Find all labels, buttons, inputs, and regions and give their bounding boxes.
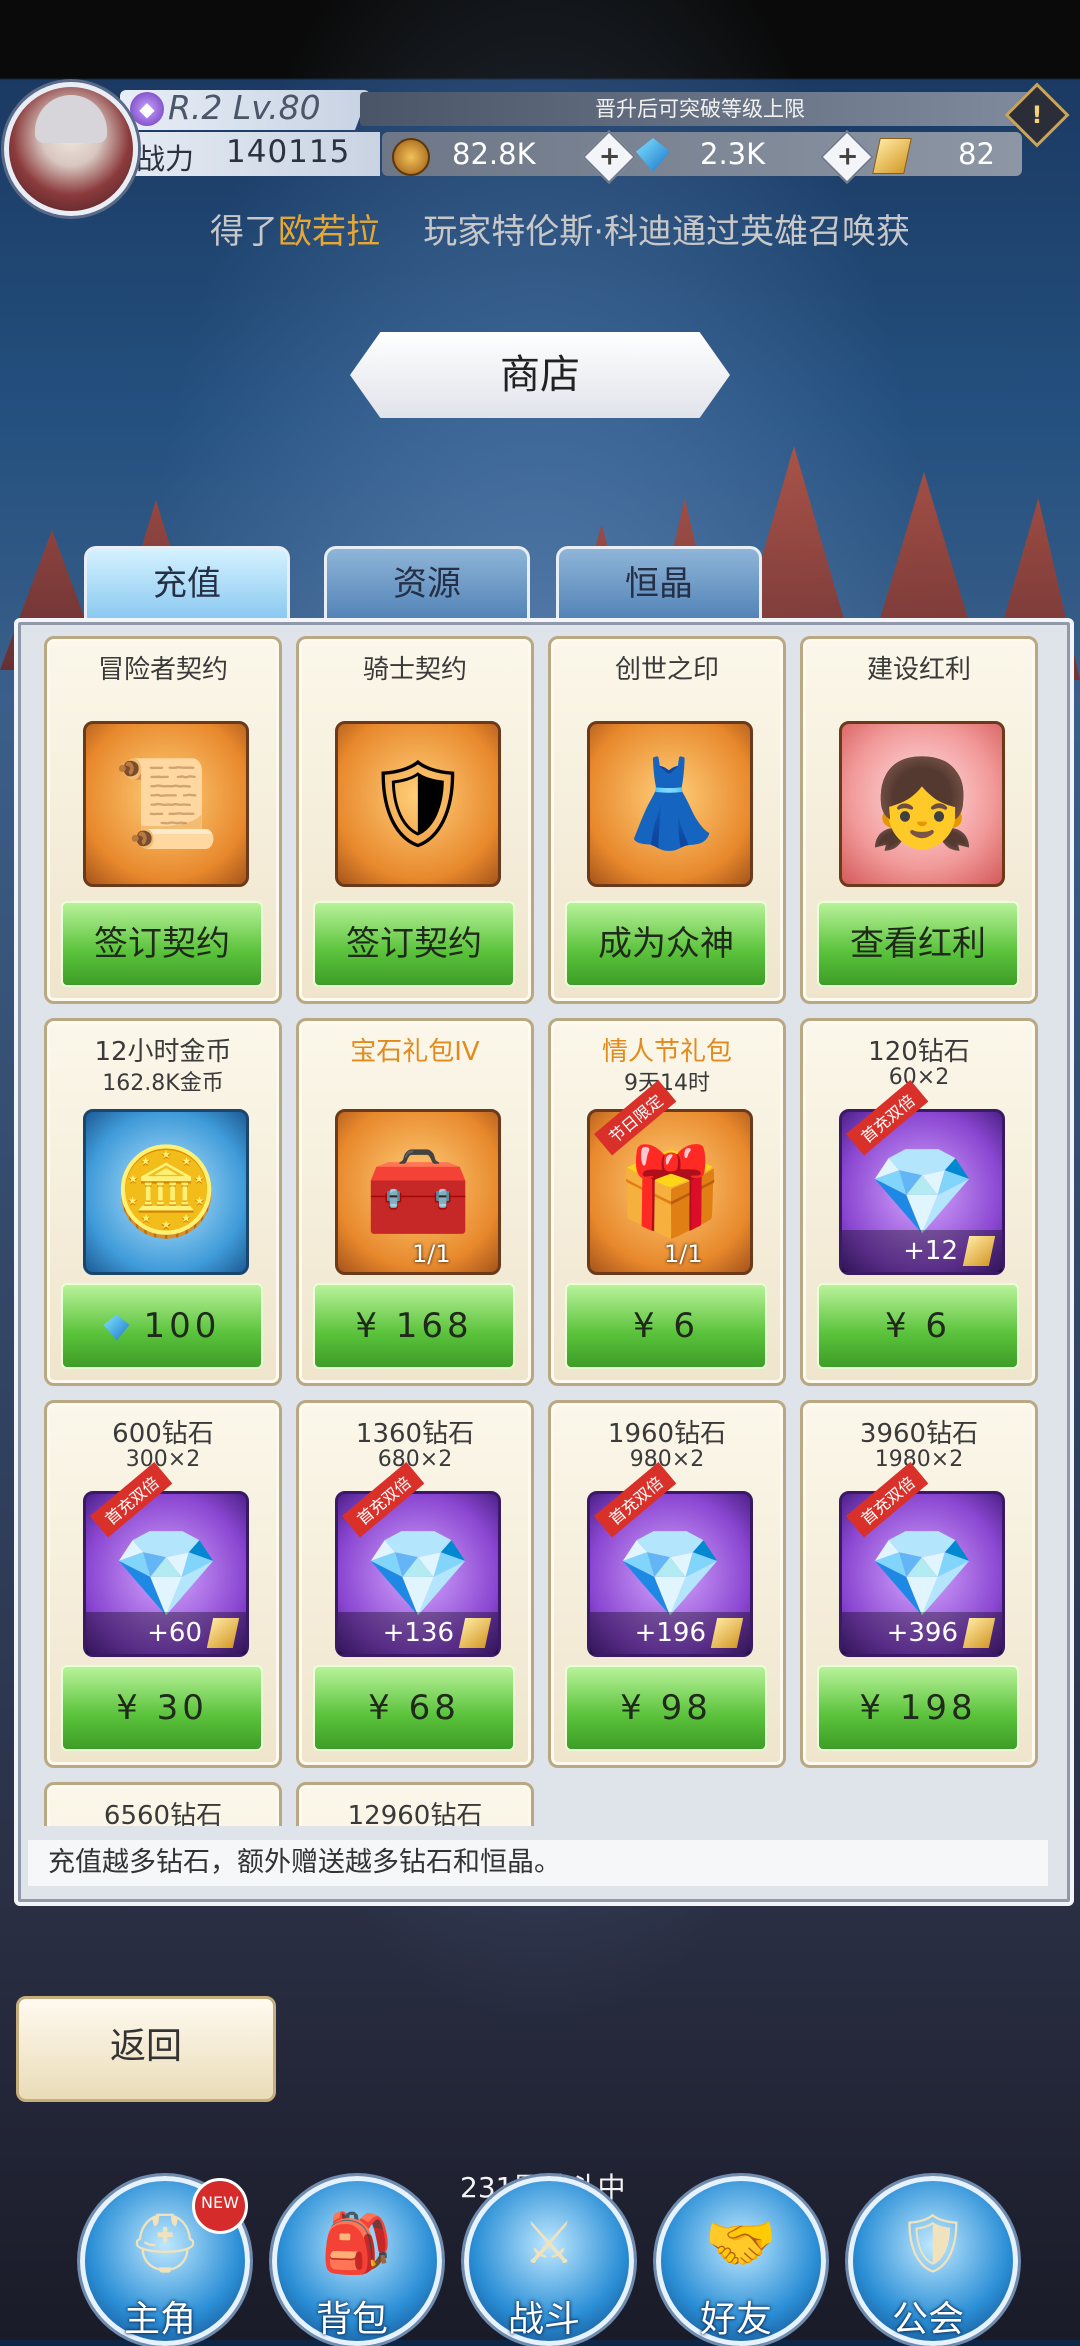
shop-card-diamond-1360[interactable]: 1360钻石 680×2 💎 首充双倍 +136 ¥ 68	[296, 1400, 534, 1768]
card-title: 120钻石	[868, 1037, 970, 1067]
shop-card-diamond-6560[interactable]: 6560钻石	[44, 1782, 282, 1826]
page-title: 商店	[350, 332, 730, 418]
become-god-button[interactable]: 成为众神	[565, 901, 767, 987]
sign-contract-button[interactable]: 签订契约	[61, 901, 263, 987]
shop-card-knight-contract[interactable]: 骑士契约 🛡 签订契约	[296, 636, 534, 1004]
crystal-amount: 82	[958, 137, 995, 171]
treasure-chest-icon: 🧰 1/1	[335, 1109, 501, 1275]
back-button[interactable]: 返回	[16, 1996, 276, 2102]
card-title: 12960钻石	[347, 1801, 483, 1826]
nav-hero-label: 主角	[123, 2299, 196, 2340]
card-title: 600钻石	[112, 1419, 214, 1449]
card-title: 1960钻石	[607, 1419, 727, 1449]
diamond-icon: 💎 首充双倍 +396	[839, 1461, 1005, 1657]
card-subtitle: 162.8K金币	[102, 1071, 224, 1096]
backpack-icon: 🎒	[320, 2209, 394, 2277]
diamond-amount: 2.3K	[700, 137, 766, 171]
diamond-icon: 💎 首充双倍 +196	[587, 1461, 753, 1657]
card-title: 创世之印	[614, 655, 719, 685]
power-value: 140115	[226, 134, 351, 170]
diamond-icon: 💎 首充双倍 +136	[335, 1461, 501, 1657]
gift-box-icon: 🎁 节日限定 1/1	[587, 1079, 753, 1275]
buy-diamond-button[interactable]: ¥ 198	[817, 1665, 1019, 1751]
shop-card-genesis-seal[interactable]: 创世之印 👗 成为众神	[548, 636, 786, 1004]
shop-card-diamond-12960[interactable]: 12960钻石	[296, 1782, 534, 1826]
contract-armor-icon: 📜	[83, 721, 249, 887]
card-title: 冒险者契约	[97, 655, 228, 685]
card-title: 骑士契约	[362, 655, 467, 685]
buy-valentine-button[interactable]: ¥ 6	[565, 1283, 767, 1369]
shop-card-valentine-pack[interactable]: 情人节礼包 9天14时 🎁 节日限定 1/1 ¥ 6	[548, 1018, 786, 1386]
tab-resources[interactable]: 资源	[324, 546, 530, 623]
shop-card-diamond-120[interactable]: 120钻石 60×2 💎 首充双倍 +12 ¥ 6	[800, 1018, 1038, 1386]
crossed-swords-icon: ⚔	[523, 2209, 575, 2277]
buy-gold-button[interactable]: 100	[61, 1283, 263, 1369]
card-subtitle: 980×2	[629, 1447, 705, 1472]
gold-amount: 82.8K	[452, 137, 536, 171]
gold-coin-icon	[392, 138, 430, 176]
shop-card-gold[interactable]: 12小时金币 162.8K金币 🪙 100	[44, 1018, 282, 1386]
guild-emblem-icon: 🛡	[896, 2209, 970, 2277]
rank-badge-icon: ◆	[130, 92, 164, 126]
diamond-icon: 💎 首充双倍 +12	[839, 1079, 1005, 1275]
nav-guild-label: 公会	[891, 2299, 964, 2340]
hero-portrait-icon: 👧	[839, 721, 1005, 887]
tab-crystal[interactable]: 恒晶	[556, 546, 762, 623]
shop-card-gem-pack[interactable]: 宝石礼包IV 🧰 1/1 ¥ 168	[296, 1018, 534, 1386]
shop-grid[interactable]: 冒险者契约 📜 签订契约 骑士契约 🛡 签订契约 创世之印 👗 成为众神 建设红…	[30, 636, 1050, 1826]
card-title: 3960钻石	[859, 1419, 979, 1449]
buy-diamond-button[interactable]: ¥ 98	[565, 1665, 767, 1751]
announcement-ticker: 得了欧若拉 玩家特伦斯·科迪通过英雄召唤获	[210, 212, 911, 250]
buy-diamond-button[interactable]: ¥ 30	[61, 1665, 263, 1751]
shop-card-construction-bonus[interactable]: 建设红利 👧 查看红利	[800, 636, 1038, 1004]
gold-coin-icon: 🪙	[83, 1109, 249, 1275]
card-title: 建设红利	[866, 655, 971, 685]
card-title: 宝石礼包IV	[350, 1037, 480, 1067]
buy-diamond-button[interactable]: ¥ 68	[313, 1665, 515, 1751]
card-title: 6560钻石	[103, 1801, 223, 1826]
card-title: 12小时金币	[94, 1037, 232, 1067]
contract-knight-icon: 🛡	[335, 721, 501, 887]
rank-level: R.2 Lv.80	[168, 88, 321, 127]
nav-friends-label: 好友	[699, 2299, 772, 2340]
shop-card-diamond-1960[interactable]: 1960钻石 980×2 💎 首充双倍 +196 ¥ 98	[548, 1400, 786, 1768]
buy-diamond-button[interactable]: ¥ 6	[817, 1283, 1019, 1369]
diamond-icon	[103, 1314, 130, 1341]
tab-recharge[interactable]: 充值	[84, 546, 290, 623]
shop-card-diamond-600[interactable]: 600钻石 300×2 💎 首充双倍 +60 ¥ 30	[44, 1400, 282, 1768]
nav-battle-label: 战斗	[507, 2299, 580, 2340]
card-subtitle: 680×2	[377, 1447, 453, 1472]
handshake-icon: 🤝	[704, 2209, 778, 2277]
nav-bag-label: 背包	[315, 2299, 388, 2340]
card-subtitle: 60×2	[888, 1065, 950, 1090]
player-avatar[interactable]	[4, 82, 138, 216]
sign-contract-button[interactable]: 签订契约	[313, 901, 515, 987]
card-title: 1360钻石	[355, 1419, 475, 1449]
buy-gem-pack-button[interactable]: ¥ 168	[313, 1283, 515, 1369]
shop-card-adventurer-contract[interactable]: 冒险者契约 📜 签订契约	[44, 636, 282, 1004]
new-badge: NEW	[192, 2178, 248, 2234]
power-label: 战力	[136, 142, 195, 176]
genesis-robe-icon: 👗	[587, 721, 753, 887]
promotion-message[interactable]: 晋升后可突破等级上限	[360, 92, 1040, 126]
recharge-hint: 充值越多钻石，额外赠送越多钻石和恒晶。	[28, 1840, 1048, 1886]
diamond-icon: 💎 首充双倍 +60	[83, 1461, 249, 1657]
card-subtitle: 300×2	[125, 1447, 201, 1472]
shop-card-diamond-3960[interactable]: 3960钻石 1980×2 💎 首充双倍 +396 ¥ 198	[800, 1400, 1038, 1768]
card-title: 情人节礼包	[601, 1037, 732, 1067]
card-subtitle: 1980×2	[874, 1447, 964, 1472]
view-bonus-button[interactable]: 查看红利	[817, 901, 1019, 987]
